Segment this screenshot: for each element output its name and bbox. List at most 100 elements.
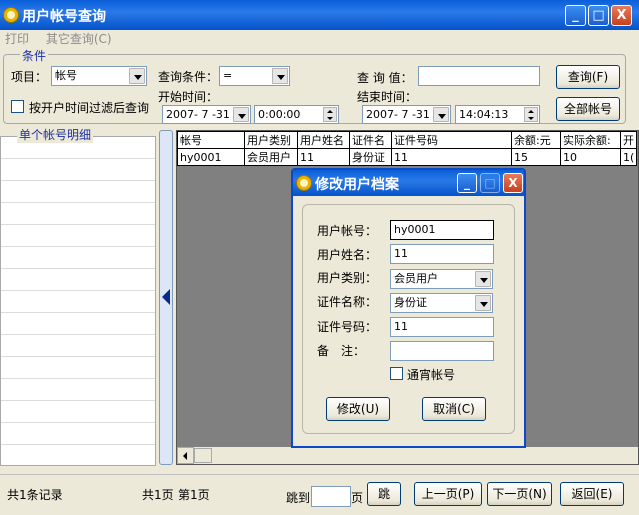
query-condition-label: 查询条件： xyxy=(158,70,219,84)
goto-button[interactable]: 跳 xyxy=(367,482,401,506)
all-accounts-button[interactable]: 全部帐号 xyxy=(556,97,620,121)
app-icon xyxy=(3,7,19,23)
record-count: 共1条记录 xyxy=(7,488,63,502)
list-item xyxy=(1,159,155,181)
start-time-input[interactable]: 0:00:00 xyxy=(254,105,339,124)
column-header[interactable]: 证件号码 xyxy=(391,131,512,149)
list-item xyxy=(1,423,155,445)
filter-by-open-time-label: 按开户时间过滤后查询 xyxy=(29,101,150,115)
query-value-input[interactable] xyxy=(418,66,540,86)
chevron-down-icon[interactable] xyxy=(233,107,249,122)
table-cell: 11 xyxy=(391,148,512,166)
horizontal-scrollbar[interactable] xyxy=(177,447,638,464)
id-number-label: 证件号码： xyxy=(317,320,378,334)
table-row[interactable]: hy0001 会员用户 11 身份证 11 15 10 1( xyxy=(177,148,638,166)
cancel-button[interactable]: 取消(C) xyxy=(422,397,486,421)
column-header[interactable]: 余额:元 xyxy=(511,131,561,149)
overnight-account-checkbox[interactable] xyxy=(390,367,403,380)
spinner-icon[interactable] xyxy=(524,107,538,122)
item-label: 项目： xyxy=(11,70,48,84)
column-header[interactable]: 帐号 xyxy=(177,131,245,149)
start-time-label: 开始时间： xyxy=(158,90,219,104)
list-item xyxy=(1,335,155,357)
table-cell: 会员用户 xyxy=(244,148,298,166)
window-title: 用户帐号查询 xyxy=(22,9,106,25)
conditions-group-label: 条件 xyxy=(20,47,49,64)
query-button[interactable]: 查询(F) xyxy=(556,65,620,89)
table-cell: 1( xyxy=(619,148,638,166)
list-item xyxy=(1,225,155,247)
id-name-label: 证件名称： xyxy=(317,295,378,309)
minimize-button[interactable]: _ xyxy=(565,5,586,26)
overnight-account-label: 通宵帐号 xyxy=(407,368,456,382)
maximize-button[interactable]: □ xyxy=(588,5,609,26)
list-item xyxy=(1,357,155,379)
id-name-select[interactable]: 身份证 xyxy=(390,293,493,313)
account-input[interactable]: hy0001 xyxy=(390,220,494,240)
next-page-button[interactable]: 下一页(N) xyxy=(487,482,552,506)
category-select[interactable]: 会员用户 xyxy=(390,269,493,289)
modify-user-dialog[interactable]: 修改用户档案 _ □ X 用户帐号： hy0001 用户姓名： 11 用户类别：… xyxy=(291,168,526,448)
back-button[interactable]: 返回(E) xyxy=(560,482,624,506)
remark-label: 备 注： xyxy=(317,344,366,358)
list-item xyxy=(1,269,155,291)
table-cell: 15 xyxy=(511,148,561,166)
single-account-detail-label: 单个帐号明细 xyxy=(17,126,94,143)
chevron-down-icon[interactable] xyxy=(475,295,491,311)
list-item xyxy=(1,181,155,203)
item-select[interactable]: 帐号 xyxy=(51,66,147,86)
query-condition-select[interactable]: = xyxy=(219,66,290,86)
table-cell: 身份证 xyxy=(349,148,392,166)
app-icon xyxy=(296,175,312,191)
id-number-input[interactable]: 11 xyxy=(390,317,494,337)
menu-bar: 打印 其它查询(C) xyxy=(0,30,639,48)
remark-input[interactable] xyxy=(390,341,494,361)
scroll-left-icon[interactable] xyxy=(177,447,194,464)
list-item xyxy=(1,401,155,423)
end-date-picker[interactable]: 2007- 7 -31 xyxy=(362,105,451,124)
collapse-arrow-icon[interactable] xyxy=(162,289,170,305)
chevron-down-icon[interactable] xyxy=(475,271,491,287)
column-header[interactable]: 实际余额: xyxy=(560,131,621,149)
scrollbar-thumb[interactable] xyxy=(194,448,212,463)
column-header[interactable]: 用户类别 xyxy=(244,131,298,149)
list-item xyxy=(1,247,155,269)
dialog-title-bar[interactable]: 修改用户档案 _ □ X xyxy=(293,170,524,196)
chevron-down-icon[interactable] xyxy=(433,107,449,122)
goto-label: 跳到 xyxy=(286,491,311,505)
single-account-detail-list[interactable] xyxy=(0,136,156,466)
main-title-bar[interactable]: 用户帐号查询 _ □ X xyxy=(0,0,639,30)
list-item xyxy=(1,379,155,401)
goto-page-input[interactable] xyxy=(311,486,351,507)
close-button[interactable]: X xyxy=(611,5,632,26)
column-header[interactable]: 证件名 xyxy=(349,131,392,149)
modify-button[interactable]: 修改(U) xyxy=(326,397,390,421)
category-label: 用户类别： xyxy=(317,271,378,285)
dialog-minimize-button[interactable]: _ xyxy=(457,173,477,193)
column-header[interactable]: 用户姓名 xyxy=(297,131,350,149)
list-item xyxy=(1,291,155,313)
start-date-picker[interactable]: 2007- 7 -31 xyxy=(162,105,251,124)
dialog-maximize-button: □ xyxy=(480,173,500,193)
menu-item-other-query[interactable]: 其它查询(C) xyxy=(46,32,112,46)
end-time-label: 结束时间： xyxy=(357,90,418,104)
end-time-input[interactable]: 14:04:13 xyxy=(455,105,540,124)
list-item xyxy=(1,313,155,335)
filter-by-open-time-checkbox[interactable] xyxy=(11,100,24,113)
table-cell: 11 xyxy=(297,148,350,166)
spinner-icon[interactable] xyxy=(323,107,337,122)
dialog-title: 修改用户档案 xyxy=(315,177,399,193)
dialog-close-button[interactable]: X xyxy=(503,173,523,193)
name-input[interactable]: 11 xyxy=(390,244,494,264)
table-cell: 10 xyxy=(560,148,621,166)
page-suffix: 页 xyxy=(351,491,364,505)
account-label: 用户帐号： xyxy=(317,224,378,238)
table-header-row: 帐号 用户类别 用户姓名 证件名 证件号码 余额:元 实际余额: 开 xyxy=(177,131,638,149)
prev-page-button[interactable]: 上一页(P) xyxy=(414,482,482,506)
query-value-label: 查 询 值： xyxy=(357,71,413,85)
panel-splitter[interactable] xyxy=(159,130,173,465)
chevron-down-icon[interactable] xyxy=(272,68,288,84)
menu-item-print[interactable]: 打印 xyxy=(5,32,29,46)
chevron-down-icon[interactable] xyxy=(129,68,145,84)
column-header[interactable]: 开 xyxy=(619,131,638,149)
